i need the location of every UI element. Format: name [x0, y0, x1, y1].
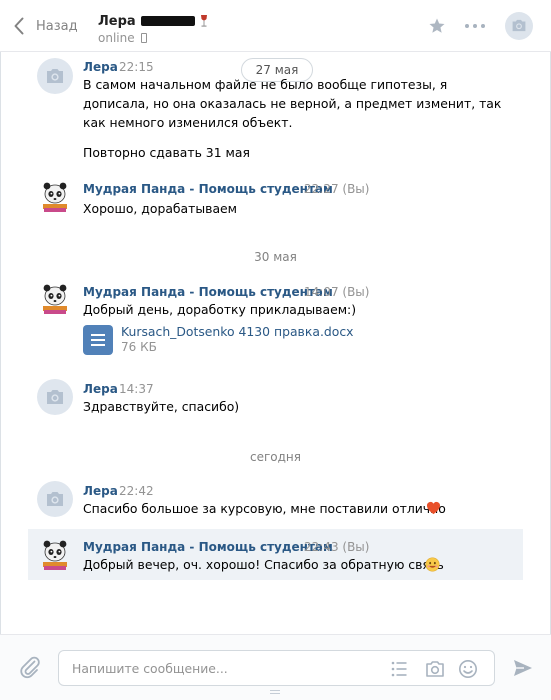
message-text: В самом начальном файле не было вообще г…	[83, 77, 448, 92]
message-text: как немного изменился объект.	[83, 115, 293, 130]
back-label: Назад	[36, 18, 78, 34]
star-icon[interactable]	[428, 17, 446, 35]
camera-icon	[512, 19, 526, 32]
message-time[interactable]: 22:42	[119, 484, 154, 498]
date-divider: сегодня	[250, 450, 301, 464]
back-button[interactable]: Назад	[14, 16, 78, 36]
more-menu-icon[interactable]	[465, 24, 485, 29]
message-text: Спасибо большое за курсовую, мне постави…	[83, 501, 446, 516]
smile-emoji-icon	[425, 557, 440, 572]
message-time[interactable]: 14:07 (Вы)	[304, 285, 369, 299]
peer-name: Лера	[98, 13, 136, 29]
redaction-bar	[140, 16, 195, 26]
message-input[interactable]: Напишите сообщение...	[58, 650, 495, 686]
date-divider: 30 мая	[254, 250, 297, 264]
message-text: Добрый вечер, оч. хорошо! Спасибо за обр…	[83, 557, 444, 572]
document-icon[interactable]	[83, 325, 113, 355]
message-author[interactable]: Лера	[83, 484, 118, 498]
avatar[interactable]	[37, 58, 73, 94]
send-icon[interactable]	[513, 659, 533, 677]
message-author[interactable]: Мудрая Панда - Помощь студентам	[83, 285, 333, 299]
mobile-icon	[140, 33, 147, 43]
peer-status-row: online	[98, 31, 147, 45]
wine-glass-icon	[200, 15, 207, 27]
camera-icon	[47, 492, 63, 506]
chevron-left-icon	[14, 17, 24, 35]
resize-handle[interactable]	[270, 690, 280, 694]
message-text: дописала, но она оказалась не верной, а …	[83, 96, 502, 111]
message-time[interactable]: 22:43 (Вы)	[304, 540, 369, 554]
message-author[interactable]: Мудрая Панда - Помощь студентам	[83, 182, 333, 196]
message-text: Хорошо, дорабатываем	[83, 201, 238, 216]
list-icon[interactable]	[389, 659, 409, 679]
message-input-placeholder: Напишите сообщение...	[72, 661, 228, 676]
panda-avatar[interactable]	[37, 179, 73, 215]
camera-icon[interactable]	[425, 659, 445, 679]
paperclip-icon[interactable]	[18, 655, 42, 679]
peer-status: online	[98, 31, 135, 45]
camera-icon	[47, 390, 63, 404]
message-text: Здравствуйте, спасибо)	[83, 399, 240, 414]
message-author[interactable]: Лера	[83, 382, 118, 396]
emoji-icon[interactable]	[458, 659, 478, 679]
peer-avatar[interactable]	[505, 12, 533, 40]
avatar[interactable]	[37, 379, 73, 415]
chat-header: Назад Лера online	[0, 0, 551, 52]
message-time[interactable]: 14:37	[119, 382, 154, 396]
camera-icon	[47, 69, 63, 83]
message-time[interactable]: 22:27 (Вы)	[304, 182, 369, 196]
attachment-size: 76 КБ	[121, 340, 157, 354]
peer-title[interactable]: Лера	[98, 12, 209, 30]
message-author[interactable]: Мудрая Панда - Помощь студентам	[83, 540, 333, 554]
message-time[interactable]: 22:15	[119, 60, 154, 74]
panda-avatar[interactable]	[37, 281, 73, 317]
message-author[interactable]: Лера	[83, 60, 118, 74]
avatar[interactable]	[37, 481, 73, 517]
message-text: Повторно сдавать 31 мая	[83, 145, 250, 160]
attachment-name[interactable]: Kursach_Dotsenko 4130 правка.docx	[121, 324, 353, 339]
message-text: Добрый день, доработку прикладываем:)	[83, 302, 357, 317]
heart-emoji-icon	[426, 501, 441, 515]
panda-avatar[interactable]	[37, 537, 73, 573]
